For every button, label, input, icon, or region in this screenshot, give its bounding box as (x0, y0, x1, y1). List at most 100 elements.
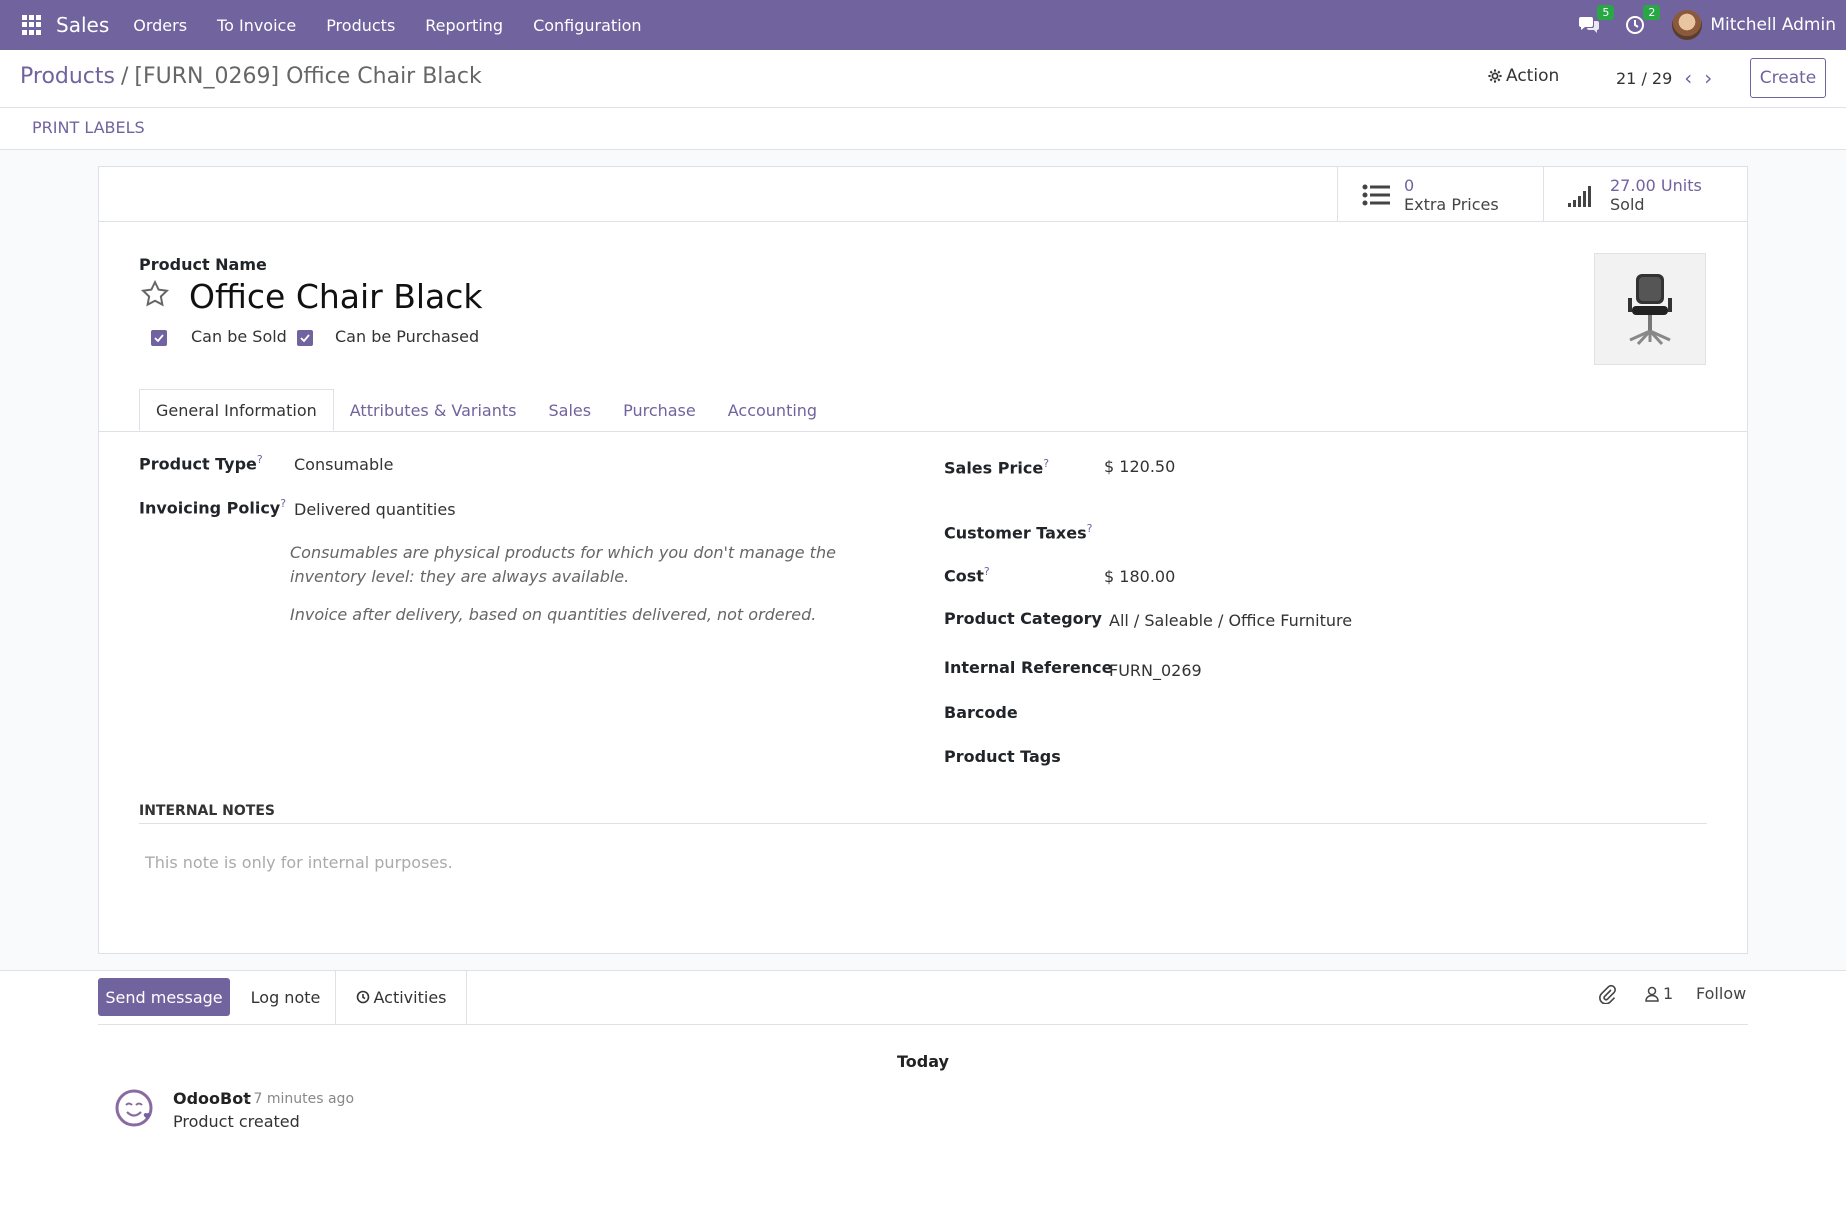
product-type-field[interactable]: Consumable (294, 455, 393, 474)
menu-configuration[interactable]: Configuration (533, 16, 642, 35)
sales-price-label: Sales Price? (944, 457, 1050, 478)
action-label: Action (1506, 66, 1560, 86)
odoobot-avatar-icon (115, 1089, 153, 1127)
messages-count-badge: 5 (1597, 5, 1615, 20)
list-icon (1362, 184, 1390, 205)
product-tags-label: Product Tags (944, 747, 1061, 766)
print-labels-button[interactable]: PRINT LABELS (32, 118, 145, 137)
sales-price-value: 120.50 (1119, 457, 1176, 476)
invoice-help-text: Invoice after delivery, based on quantit… (290, 605, 817, 624)
user-name[interactable]: Mitchell Admin (1710, 15, 1836, 35)
product-name-label: Product Name (139, 255, 267, 274)
tab-accounting[interactable]: Accounting (712, 389, 833, 431)
user-avatar[interactable] (1672, 10, 1703, 40)
consumable-help-text: Consumables are physical products for wh… (290, 543, 836, 586)
help-tooltip-icon[interactable]: ? (1087, 522, 1093, 535)
extra-prices-smart-button[interactable]: 0 Extra Prices (1337, 167, 1543, 222)
chatter-bottom-divider (98, 1024, 1748, 1025)
notebook-tabs: General Information Attributes & Variant… (139, 389, 833, 431)
activities-label: Activities (373, 987, 447, 1007)
help-tooltip-icon[interactable]: ? (984, 565, 990, 578)
message-author[interactable]: OdooBot (173, 1089, 251, 1108)
product-name-title[interactable]: Office Chair Black (189, 277, 483, 316)
form-statusbar: PRINT LABELS (0, 108, 1846, 150)
cost-label: Cost? (944, 565, 990, 586)
smart-button-box: 0 Extra Prices 27.00 Units Sold (99, 167, 1747, 222)
activities-button[interactable]: Activities (336, 970, 467, 1024)
user-icon (1645, 986, 1659, 1002)
extra-prices-value: 0 (1404, 175, 1415, 195)
help-tooltip-icon[interactable]: ? (280, 497, 286, 510)
can-be-purchased-checkbox[interactable] (297, 330, 313, 346)
barcode-label: Barcode (944, 703, 1018, 722)
breadcrumb: Products / [FURN_0269] Office Chair Black (20, 64, 482, 89)
can-be-sold-label: Can be Sold (191, 327, 287, 346)
product-category-label: Product Category (944, 609, 1102, 628)
menu-products[interactable]: Products (326, 16, 395, 35)
pager-previous-icon[interactable]: ‹ (1684, 68, 1692, 88)
internal-notes-input[interactable]: This note is only for internal purposes. (145, 853, 453, 872)
help-tooltip-icon[interactable]: ? (1043, 457, 1049, 470)
top-navbar: Sales Orders To Invoice Products Reporti… (0, 0, 1846, 50)
product-category-field[interactable]: All / Saleable / Office Furniture (1109, 611, 1352, 630)
menu-reporting[interactable]: Reporting (425, 16, 503, 35)
menu-to-invoice[interactable]: To Invoice (217, 16, 296, 35)
log-note-button[interactable]: Log note (236, 970, 336, 1024)
apps-menu-icon[interactable] (22, 15, 42, 35)
create-button[interactable]: Create (1750, 58, 1826, 98)
clock-icon (356, 990, 369, 1004)
product-type-label: Product Type? (139, 453, 263, 474)
activities-clock-icon[interactable]: 2 (1624, 5, 1661, 36)
cost-field[interactable]: $ 180.00 (1104, 567, 1175, 586)
paperclip-icon (1599, 984, 1616, 1004)
invoicing-policy-field[interactable]: Delivered quantities (294, 500, 456, 519)
date-separator-today: Today (897, 1052, 949, 1071)
extra-prices-label: Extra Prices (1404, 194, 1499, 214)
currency-symbol: $ (1104, 567, 1115, 586)
internal-reference-field[interactable]: FURN_0269 (1109, 661, 1202, 680)
tab-sales[interactable]: Sales (532, 389, 607, 431)
pager-value[interactable]: 21 / 29 (1616, 69, 1672, 88)
tab-purchase[interactable]: Purchase (607, 389, 712, 431)
systray: 5 2 Mitchell Admin (1578, 0, 1846, 50)
followers-button[interactable]: 1 (1645, 984, 1673, 1003)
activities-count-badge: 2 (1643, 5, 1661, 20)
action-button[interactable]: Action (1488, 66, 1559, 86)
follow-button[interactable]: Follow (1696, 984, 1746, 1003)
internal-notes-divider (139, 823, 1707, 824)
message-time: - 7 minutes ago (244, 1091, 355, 1107)
check-icon (154, 334, 164, 342)
help-tooltip-icon[interactable]: ? (257, 453, 263, 466)
followers-count: 1 (1663, 984, 1674, 1003)
send-message-button[interactable]: Send message (98, 978, 230, 1016)
product-image[interactable] (1594, 253, 1706, 365)
control-panel: Products / [FURN_0269] Office Chair Black … (0, 50, 1846, 108)
sold-value: 27.00 Units (1610, 175, 1702, 195)
gear-icon (1488, 69, 1502, 83)
attachments-button[interactable] (1598, 984, 1616, 1004)
internal-notes-title: INTERNAL NOTES (139, 803, 275, 819)
favorite-star-icon[interactable] (139, 279, 171, 309)
breadcrumb-products-link[interactable]: Products (20, 64, 115, 89)
menu-orders[interactable]: Orders (133, 16, 187, 35)
tab-general-information[interactable]: General Information (139, 389, 334, 431)
breadcrumb-current: [FURN_0269] Office Chair Black (134, 64, 482, 89)
currency-symbol: $ (1104, 457, 1115, 476)
sold-smart-button[interactable]: 27.00 Units Sold (1543, 167, 1747, 222)
pager-next-icon[interactable]: › (1704, 68, 1712, 88)
customer-taxes-label: Customer Taxes? (944, 522, 1093, 543)
invoicing-policy-label: Invoicing Policy? (139, 497, 287, 518)
check-icon (300, 334, 310, 342)
pager: 21 / 29 ‹ › (1616, 68, 1712, 88)
breadcrumb-separator: / (121, 64, 129, 89)
cost-value: 180.00 (1119, 567, 1176, 586)
internal-reference-label: Internal Reference (944, 658, 1113, 677)
can-be-purchased-label: Can be Purchased (335, 327, 480, 346)
app-brand[interactable]: Sales (56, 13, 109, 37)
sales-price-field[interactable]: $ 120.50 (1104, 457, 1175, 476)
form-sheet: 0 Extra Prices 27.00 Units Sold Product … (98, 166, 1748, 954)
can-be-sold-checkbox[interactable] (151, 330, 167, 346)
tab-attributes-variants[interactable]: Attributes & Variants (334, 389, 533, 431)
messages-icon[interactable]: 5 (1578, 5, 1615, 36)
signal-bars-icon (1568, 185, 1591, 207)
